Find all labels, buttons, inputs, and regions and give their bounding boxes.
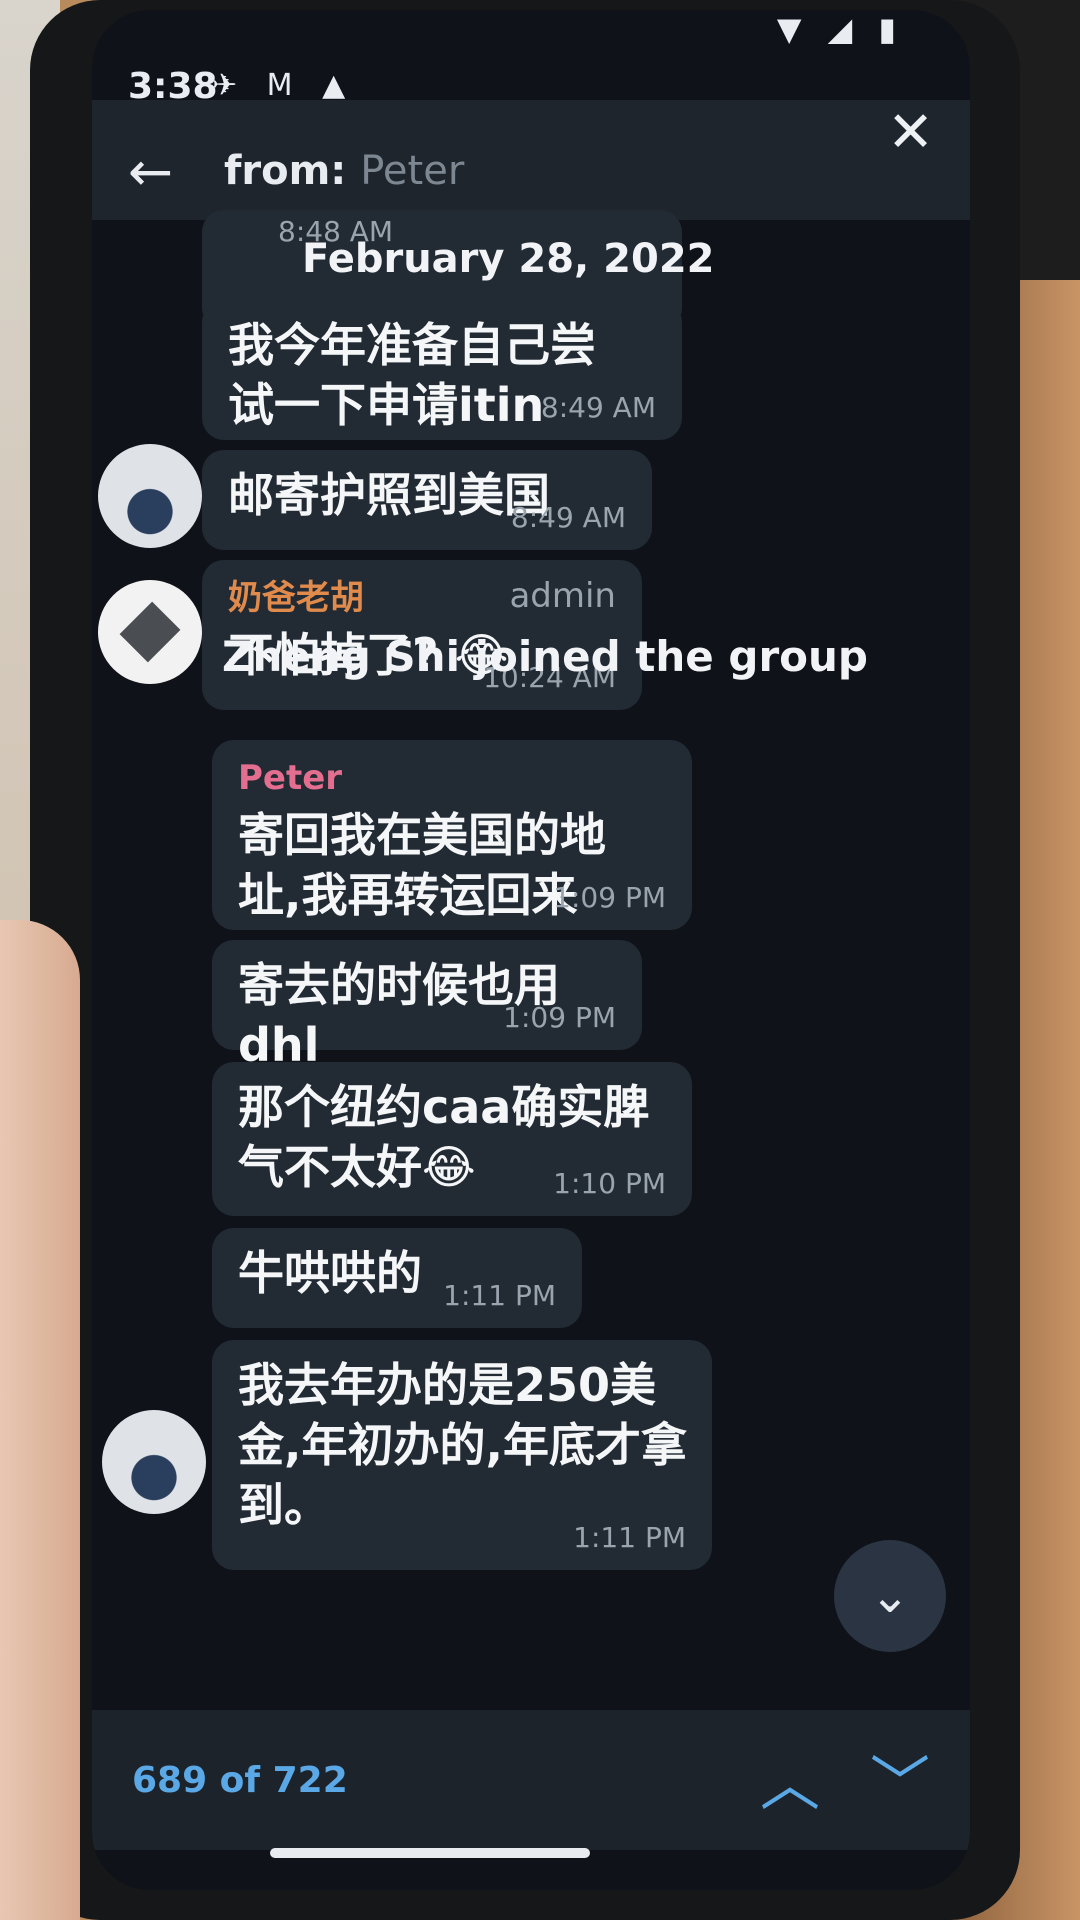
avatar-admin[interactable] — [98, 580, 202, 684]
message-text: 我去年办的是250美金,年初办的,年底才拿到。 — [238, 1358, 687, 1532]
phone-frame: 3:38 ✈ M ▲ ▼ ◢ ▮ ← from: Peter ✕ 8:48 AM… — [30, 0, 1020, 1920]
message-time: 1:09 PM — [553, 880, 666, 914]
close-icon[interactable]: ✕ — [887, 100, 934, 165]
status-bar: 3:38 ✈ M ▲ ▼ ◢ ▮ — [92, 10, 970, 107]
group-logo-icon — [119, 601, 181, 663]
search-result-counter: 689 of 722 — [132, 1760, 348, 1801]
avatar-peter[interactable] — [98, 444, 202, 548]
chevron-down-icon[interactable]: ﹀ — [870, 1736, 930, 1823]
notification-icons: ✈ M ▲ — [212, 68, 356, 103]
message-time: 1:10 PM — [553, 1166, 666, 1200]
laughing-emoji-icon: 😂 — [422, 1139, 476, 1194]
search-query[interactable]: from: Peter — [224, 148, 464, 194]
message-bubble[interactable]: 牛哄哄的 1:11 PM — [212, 1228, 582, 1328]
finger — [0, 920, 80, 1920]
message-bubble[interactable]: 那个纽约caa确实脾气不太好😂 1:10 PM — [212, 1062, 692, 1216]
search-prefix: from: — [224, 148, 347, 194]
chat-area[interactable]: 8:48 AM February 28, 2022 我今年准备自己尝试一下申请i… — [92, 210, 970, 1710]
message-bubble[interactable]: 邮寄护照到美国 8:49 AM — [202, 450, 652, 550]
home-indicator[interactable] — [270, 1848, 590, 1858]
service-message: Zheng Shi joined the group — [222, 632, 868, 681]
search-header: ← from: Peter ✕ — [92, 100, 970, 220]
message-time: 1:11 PM — [443, 1278, 556, 1312]
message-bubble[interactable]: 我今年准备自己尝试一下申请itin 8:49 AM — [202, 300, 682, 440]
message-time: 1:11 PM — [573, 1520, 686, 1554]
message-time: 8:49 AM — [510, 500, 626, 534]
avatar-peter[interactable] — [102, 1410, 206, 1514]
message-time: 8:49 AM — [540, 390, 656, 424]
message-bubble[interactable]: 我去年办的是250美金,年初办的,年底才拿到。 1:11 PM — [212, 1340, 712, 1570]
admin-tag: admin — [509, 576, 616, 616]
message-time: 1:09 PM — [503, 1000, 616, 1034]
chevron-up-icon[interactable]: ︿ — [760, 1736, 820, 1823]
chevron-down-icon: ⌄ — [869, 1568, 911, 1624]
search-name: Peter — [360, 148, 465, 194]
screen: 3:38 ✈ M ▲ ▼ ◢ ▮ ← from: Peter ✕ 8:48 AM… — [92, 10, 970, 1890]
system-icons: ▼ ◢ ▮ — [776, 10, 904, 48]
back-arrow-icon[interactable]: ← — [128, 140, 173, 203]
scroll-down-button[interactable]: ⌄ — [834, 1540, 946, 1652]
date-label: February 28, 2022 — [302, 236, 715, 282]
search-navigation-bar: 689 of 722 ︿ ﹀ — [92, 1710, 970, 1850]
message-bubble[interactable]: 寄去的时候也用dhl 1:09 PM — [212, 940, 642, 1072]
sender-name: Peter — [238, 758, 343, 798]
message-bubble[interactable]: Peter 寄回我在美国的地址,我再转运回来 1:09 PM — [212, 740, 692, 930]
